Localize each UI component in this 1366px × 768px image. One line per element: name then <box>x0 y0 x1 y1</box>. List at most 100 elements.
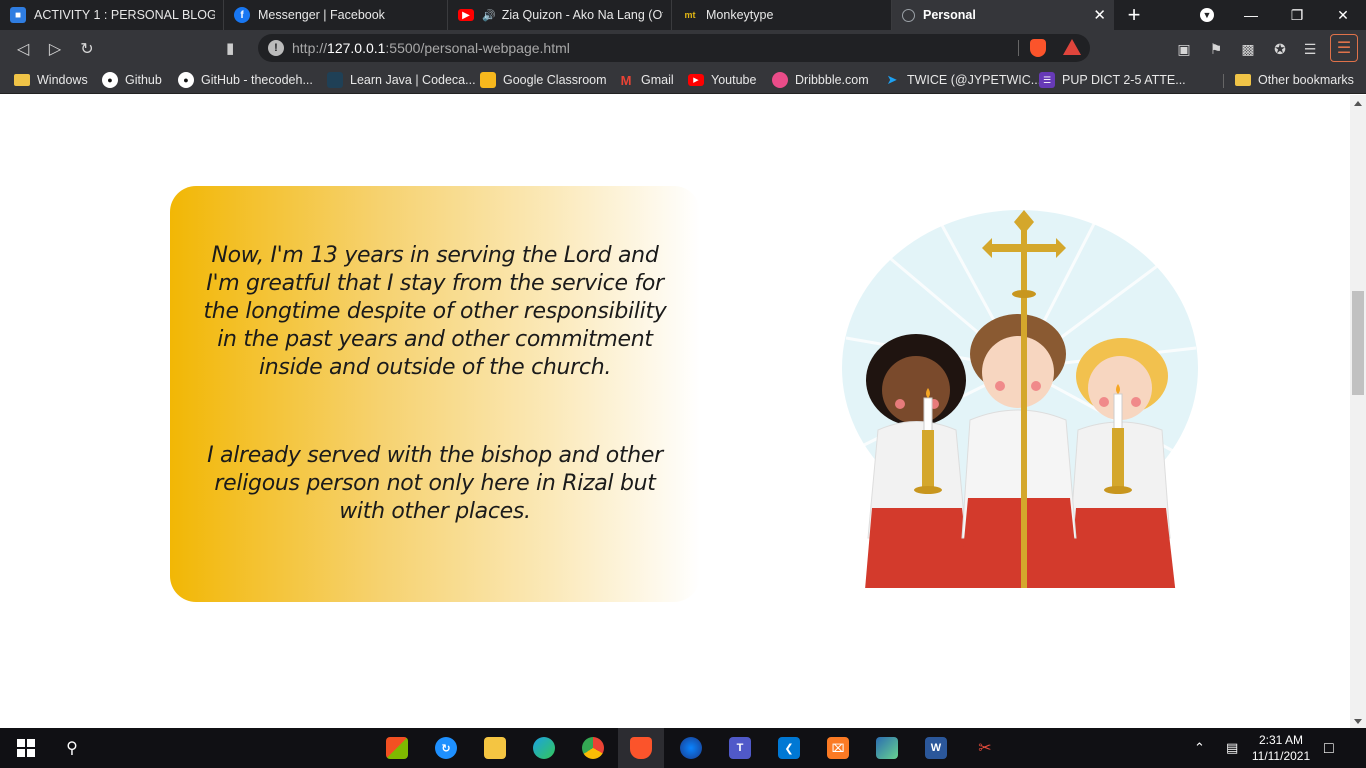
xampp-icon[interactable]: ⌧ <box>824 734 852 762</box>
extension-card-icon[interactable]: ▩ <box>1239 40 1257 58</box>
bookmark-codecademy[interactable]: Learn Java | Codeca... <box>327 71 476 89</box>
tab-title: Messenger | Facebook <box>258 8 385 22</box>
network-icon[interactable]: ▤ <box>1226 740 1238 756</box>
reload-button[interactable]: ↻ <box>76 38 98 60</box>
window-controls: — ❐ ✕ <box>1228 0 1366 30</box>
back-button[interactable]: ◁ <box>12 38 34 60</box>
speaker-icon[interactable]: 🔊 <box>482 9 496 22</box>
search-icon[interactable]: ⚲ <box>58 734 86 762</box>
vertical-scrollbar[interactable] <box>1350 95 1366 728</box>
scroll-down-arrow[interactable] <box>1354 719 1362 724</box>
altar-servers-illustration <box>842 210 1198 588</box>
clock-time: 2:31 AM <box>1258 733 1304 747</box>
tab-activity[interactable]: ■ ACTIVITY 1 : PERSONAL BLOG WEB <box>0 0 224 30</box>
edge-icon[interactable] <box>530 734 558 762</box>
word-icon[interactable]: W <box>922 734 950 762</box>
tab-search-icon[interactable]: ▼ <box>1200 8 1214 22</box>
sync-icon[interactable]: ↻ <box>432 734 460 762</box>
bookmark-label: Other bookmarks <box>1258 73 1354 87</box>
bookmark-gmail[interactable]: M Gmail <box>618 71 674 89</box>
github-icon: ● <box>102 72 118 88</box>
close-tab-icon[interactable]: ✕ <box>1093 6 1106 24</box>
bookmark-github[interactable]: ● Github <box>102 71 162 89</box>
story-paragraph-2: I already served with the bishop and oth… <box>207 443 663 524</box>
dribbble-icon <box>772 72 788 88</box>
brave-shields-icon[interactable] <box>1030 39 1046 57</box>
tab-youtube[interactable]: ▶ 🔊 Zia Quizon - Ako Na Lang (Offi <box>448 0 672 30</box>
brave-icon[interactable] <box>618 728 664 768</box>
close-window-button[interactable]: ✕ <box>1320 0 1366 30</box>
forms-icon: ☰ <box>1039 72 1055 88</box>
bookmark-label: Youtube <box>711 73 757 87</box>
bookmark-label: GitHub - thecodeh... <box>201 73 313 87</box>
youtube-icon: ▶ <box>688 74 704 86</box>
url-scheme: http:// <box>292 40 328 56</box>
tab-monkeytype[interactable]: mt Monkeytype <box>672 0 892 30</box>
chrome-icon[interactable] <box>579 734 607 762</box>
taskbar-clock[interactable]: 2:31 AM 11/11/2021 <box>1250 732 1312 764</box>
github-icon: ● <box>178 72 194 88</box>
flag-icon[interactable]: ⚑ <box>1207 40 1225 58</box>
bookmark-label: Github <box>125 73 162 87</box>
twitter-icon: ➤ <box>886 72 898 87</box>
reading-mode-icon[interactable]: ▣ <box>1175 40 1193 58</box>
scroll-up-arrow[interactable] <box>1354 101 1362 106</box>
bookmark-twitter[interactable]: ➤ TWICE (@JYPETWIC... <box>884 71 1042 89</box>
page-viewport: Now, I'm 13 years in serving the Lord an… <box>0 95 1350 728</box>
tab-messenger[interactable]: f Messenger | Facebook <box>224 0 448 30</box>
bookmark-dribbble[interactable]: Dribbble.com <box>772 71 869 89</box>
monkeytype-icon: mt <box>684 10 696 20</box>
notifications-icon[interactable]: □ <box>1324 740 1334 758</box>
file-explorer-icon[interactable] <box>481 734 509 762</box>
teams-icon[interactable]: T <box>726 734 754 762</box>
maximize-button[interactable]: ❐ <box>1274 0 1320 30</box>
tab-strip: ■ ACTIVITY 1 : PERSONAL BLOG WEB f Messe… <box>0 0 1366 30</box>
url-text[interactable]: http://127.0.0.1:5500/personal-webpage.h… <box>292 40 570 56</box>
new-tab-button[interactable]: + <box>1114 0 1154 30</box>
media-control-icon[interactable]: ☰ <box>1301 40 1319 58</box>
scrollbar-thumb[interactable] <box>1352 291 1364 395</box>
extensions-icon[interactable]: ✪ <box>1271 40 1289 58</box>
windows-start-icon[interactable] <box>12 734 40 762</box>
codecademy-icon <box>327 72 343 88</box>
classroom-icon: ■ <box>10 7 26 23</box>
bookmark-other[interactable]: Other bookmarks <box>1235 71 1354 89</box>
globe-icon <box>902 8 915 22</box>
tab-personal[interactable]: Personal ✕ <box>892 0 1114 30</box>
bookmark-pup-dict[interactable]: ☰ PUP DICT 2-5 ATTE... <box>1039 71 1186 89</box>
bookmark-youtube[interactable]: ▶ Youtube <box>688 71 756 89</box>
forward-button[interactable]: ▷ <box>44 38 66 60</box>
bookmark-label: Learn Java | Codeca... <box>350 73 476 87</box>
minimize-button[interactable]: — <box>1228 0 1274 30</box>
bookmark-label: Gmail <box>641 73 674 87</box>
brave-rewards-icon[interactable] <box>1063 39 1081 55</box>
bookmark-label: PUP DICT 2-5 ATTE... <box>1062 73 1186 87</box>
bookmark-page-icon[interactable]: ▮ <box>226 39 240 57</box>
url-host: 127.0.0.1 <box>327 40 386 56</box>
tab-title: Monkeytype <box>706 8 774 22</box>
tray-chevron-icon[interactable]: ⌃ <box>1194 740 1205 756</box>
tab-title: ACTIVITY 1 : PERSONAL BLOG WEB <box>34 8 215 22</box>
bookmark-classroom[interactable]: Google Classroom <box>480 71 607 89</box>
main-menu-icon[interactable]: ☰ <box>1330 34 1358 62</box>
browser-toolbar: ◁ ▷ ↻ ▮ ! http://127.0.0.1:5500/personal… <box>0 30 1366 66</box>
virtualbox-icon[interactable] <box>873 734 901 762</box>
tab-title: Personal <box>923 8 976 22</box>
folder-icon <box>14 74 30 86</box>
youtube-icon: ▶ <box>458 9 474 21</box>
story-paragraph-1: Now, I'm 13 years in serving the Lord an… <box>203 243 667 380</box>
site-info-icon[interactable]: ! <box>268 40 284 56</box>
firefox-dev-icon[interactable] <box>677 734 705 762</box>
bookmark-label: Dribbble.com <box>795 73 869 87</box>
bookmark-label: TWICE (@JYPETWIC... <box>907 73 1042 87</box>
bookmark-github-thecode[interactable]: ● GitHub - thecodeh... <box>178 71 313 89</box>
microsoft-store-icon[interactable] <box>383 734 411 762</box>
facebook-icon: f <box>234 7 250 23</box>
snipping-tool-icon[interactable]: ✂ <box>971 734 999 762</box>
omnibox-divider <box>1018 40 1019 56</box>
url-path: :5500/personal-webpage.html <box>385 40 570 56</box>
bookmark-label: Google Classroom <box>503 73 607 87</box>
address-bar[interactable]: ! http://127.0.0.1:5500/personal-webpage… <box>258 34 1090 62</box>
bookmark-windows[interactable]: Windows <box>14 71 88 89</box>
vscode-icon[interactable]: ❮ <box>775 734 803 762</box>
